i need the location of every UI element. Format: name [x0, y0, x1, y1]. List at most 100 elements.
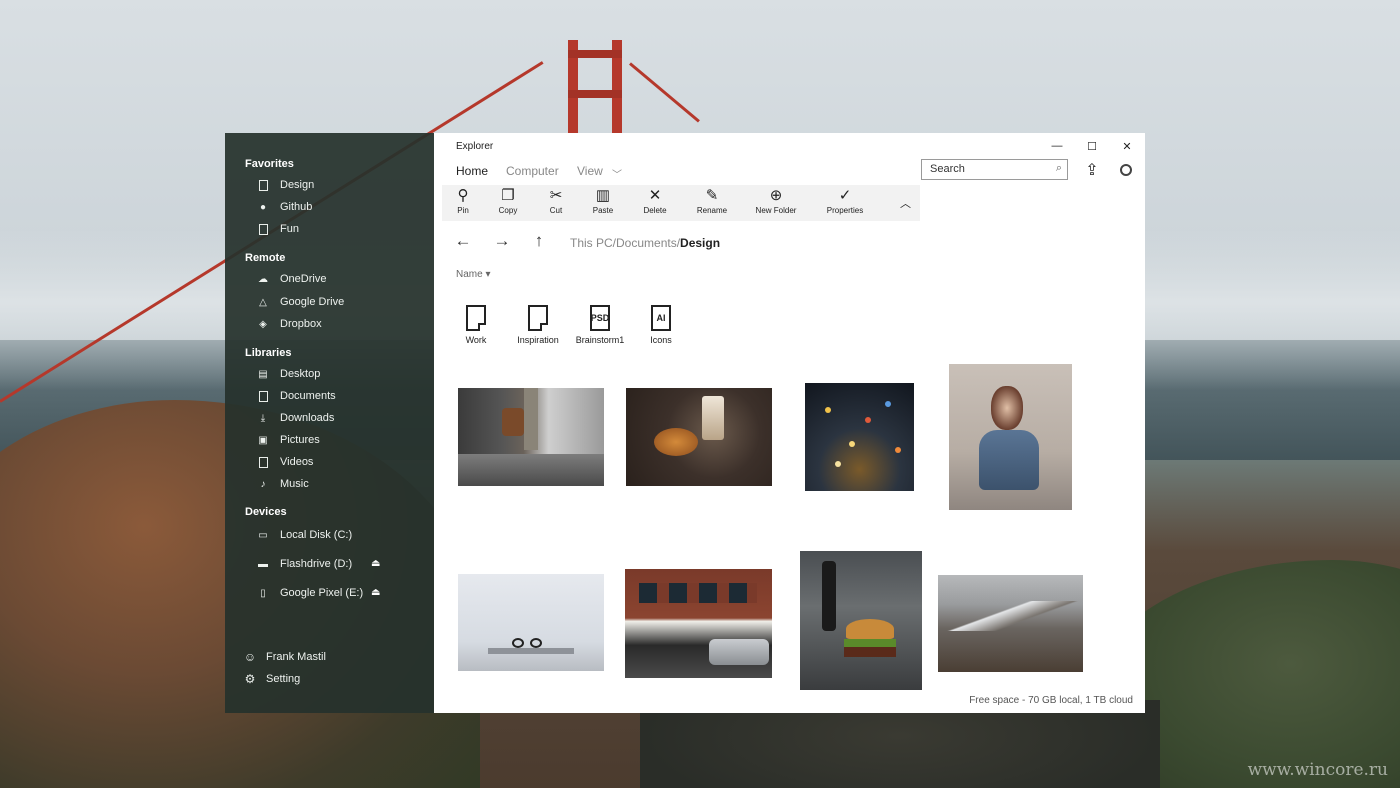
sidebar-item-label: Videos [280, 456, 314, 468]
search-icon[interactable]: ⌕ [1056, 162, 1062, 175]
pencil-icon: ✎ [705, 187, 719, 204]
tab-view[interactable]: View [577, 164, 603, 178]
sidebar-item-google-drive[interactable]: △ Google Drive [257, 293, 344, 311]
folder-item[interactable]: PSD Brainstorm1 [572, 305, 628, 345]
user-account[interactable]: ☺ Frank Mastil [244, 648, 326, 666]
breadcrumb-path[interactable]: This PC/Documents/ [570, 236, 680, 250]
tab-home[interactable]: Home [456, 164, 488, 178]
document-icon [528, 305, 548, 331]
cut-button[interactable]: ✂ Cut [543, 187, 569, 219]
sidebar-item-design[interactable]: Design [257, 176, 314, 194]
clipboard-icon: ▥ [595, 187, 611, 204]
delete-button[interactable]: ✕ Delete [638, 187, 672, 219]
user-icon: ☺ [243, 650, 257, 664]
back-arrow-icon[interactable]: ← [453, 231, 473, 251]
copy-button[interactable]: ❐ Copy [494, 187, 522, 219]
sidebar-item-onedrive[interactable]: ☁ OneDrive [257, 270, 326, 288]
watermark: www.wincore.ru [1247, 760, 1388, 780]
sidebar-item-music[interactable]: ♪ Music [257, 475, 309, 493]
sidebar-item-label: Pictures [280, 434, 320, 446]
forward-arrow-icon[interactable]: → [492, 231, 512, 251]
pin-icon: ⚲ [457, 187, 469, 204]
wallpaper-shore [640, 700, 1160, 788]
sidebar-item-label: OneDrive [280, 273, 327, 285]
bridge-cable [629, 62, 700, 123]
eject-icon[interactable]: ⏏ [371, 587, 380, 598]
desktop-icon: ▤ [258, 368, 268, 380]
sidebar-item-flashdrive[interactable]: ▬ Flashdrive (D:) [257, 555, 352, 573]
document-icon [466, 305, 486, 331]
sidebar-item-google-pixel[interactable]: ▯ Google Pixel (E:) [257, 584, 363, 602]
sort-by-name[interactable]: Name ▾ [456, 269, 491, 280]
image-thumbnail-storefront[interactable] [625, 569, 772, 678]
sidebar-item-dropbox[interactable]: ◈ Dropbox [257, 315, 322, 333]
music-icon: ♪ [260, 478, 266, 490]
sidebar-item-github[interactable]: ● Github [257, 198, 312, 216]
image-thumbnail-man-with-bag[interactable] [458, 388, 604, 486]
delete-icon: ✕ [648, 187, 662, 204]
image-thumbnail-woman-portrait[interactable] [949, 364, 1072, 510]
status-bar-text: Free space - 70 GB local, 1 TB cloud [969, 695, 1133, 706]
github-icon: ● [259, 201, 267, 213]
sidebar-section-remote: Remote [245, 252, 286, 264]
cloud-icon: ☁ [258, 273, 268, 285]
pin-button[interactable]: ⚲ Pin [450, 187, 476, 219]
breadcrumb[interactable]: This PC/Documents/Design [570, 236, 720, 250]
sidebar-section-libraries: Libraries [245, 347, 292, 359]
sidebar-item-label: Dropbox [280, 318, 322, 330]
search-input[interactable]: Search ⌕ [921, 159, 1068, 180]
gear-icon: ⚙ [244, 672, 256, 686]
caret-down-icon: ▾ [485, 269, 491, 280]
sidebar-item-videos[interactable]: Videos [257, 453, 313, 471]
sidebar-item-label: Documents [280, 390, 336, 402]
sidebar-item-label: Flashdrive (D:) [280, 558, 353, 570]
pictures-icon: ▣ [258, 434, 268, 446]
sidebar-item-local-disk[interactable]: ▭ Local Disk (C:) [257, 526, 352, 544]
sidebar-item-desktop[interactable]: ▤ Desktop [257, 365, 320, 383]
sidebar-item-label: Music [280, 478, 309, 490]
sort-label: Name [456, 269, 483, 280]
sidebar-section-favorites: Favorites [245, 158, 294, 170]
paste-button[interactable]: ▥ Paste [589, 187, 617, 219]
sidebar-item-label: Desktop [280, 368, 321, 380]
properties-button[interactable]: ✓ Properties [819, 187, 871, 219]
image-thumbnail-desk-glasses[interactable] [458, 574, 604, 671]
sidebar-item-label: Github [280, 201, 313, 213]
close-button[interactable]: ✕ [1112, 137, 1142, 155]
folder-item[interactable]: Inspiration [510, 305, 566, 345]
dropbox-icon: ◈ [259, 318, 267, 330]
breadcrumb-current: Design [680, 236, 721, 250]
eject-icon[interactable]: ⏏ [371, 558, 380, 569]
folder-item[interactable]: Work [448, 305, 504, 345]
chevron-down-icon[interactable]: ﹀ [612, 166, 622, 181]
image-thumbnail-mountains[interactable] [938, 575, 1083, 672]
rename-button[interactable]: ✎ Rename [692, 187, 732, 219]
tab-computer[interactable]: Computer [506, 164, 559, 178]
ai-file-icon: AI [651, 305, 671, 331]
settings-link[interactable]: ⚙ Setting [244, 670, 301, 688]
sidebar-item-pictures[interactable]: ▣ Pictures [257, 431, 320, 449]
sidebar-item-documents[interactable]: Documents [257, 387, 336, 405]
image-thumbnail-coffee-croissant[interactable] [626, 388, 772, 486]
chevron-up-icon[interactable]: ︿ [900, 195, 911, 211]
up-arrow-icon[interactable]: ↑ [529, 231, 549, 251]
image-thumbnail-city-night[interactable] [805, 383, 914, 491]
cortana-icon[interactable] [1117, 161, 1135, 179]
flashdrive-icon: ▬ [258, 558, 268, 570]
image-thumbnail-burger[interactable] [800, 551, 922, 690]
new-folder-button[interactable]: ⊕ New Folder [748, 187, 804, 219]
videos-icon [257, 456, 269, 468]
copy-icon: ❐ [501, 187, 515, 204]
sidebar-item-label: Local Disk (C:) [280, 529, 353, 541]
documents-icon [257, 390, 269, 402]
minimize-button[interactable]: — [1042, 137, 1072, 155]
sidebar-item-label: Fun [280, 223, 299, 235]
sidebar-item-fun[interactable]: Fun [257, 220, 299, 238]
sidebar-item-downloads[interactable]: ⤓ Downloads [257, 409, 335, 427]
hard-disk-icon: ▭ [258, 529, 268, 541]
maximize-button[interactable]: ☐ [1077, 137, 1107, 155]
folder-item[interactable]: AI Icons [633, 305, 689, 345]
share-icon[interactable]: ⇪ [1083, 161, 1101, 179]
user-name: Frank Mastil [266, 651, 326, 663]
sidebar-item-label: Google Drive [280, 296, 345, 308]
